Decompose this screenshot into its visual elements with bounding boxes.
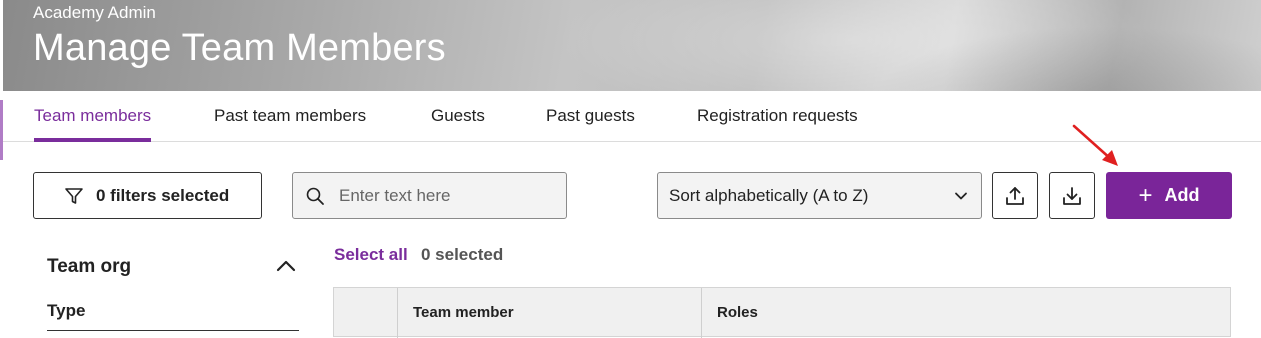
facet-section-title: Team org (47, 256, 132, 277)
column-header-team-member[interactable]: Team member (413, 288, 514, 338)
search-input[interactable] (339, 185, 549, 206)
annotation-arrow-icon (1072, 124, 1118, 166)
table-header: Team member Roles (333, 287, 1231, 338)
chevron-down-icon (955, 192, 967, 200)
column-divider (397, 288, 398, 338)
page-header-banner: Academy Admin Manage Team Members (3, 0, 1261, 91)
tab-registration-requests[interactable]: Registration requests (697, 91, 858, 141)
select-all-link[interactable]: Select all (334, 245, 408, 265)
sort-select-value: Sort alphabetically (A to Z) (669, 185, 869, 205)
facet-type-label: Type (47, 301, 86, 320)
upload-icon (1006, 186, 1024, 205)
page-title: Manage Team Members (33, 27, 446, 69)
search-box (292, 172, 567, 219)
divider (47, 330, 299, 331)
tab-past-guests[interactable]: Past guests (546, 91, 635, 141)
filters-button-label: 0 filters selected (96, 185, 230, 205)
filter-icon (65, 187, 83, 204)
filters-button[interactable]: 0 filters selected (33, 172, 262, 219)
header-subtitle: Academy Admin (33, 3, 156, 22)
chevron-up-icon[interactable] (275, 258, 297, 274)
search-icon (306, 187, 324, 205)
column-divider (701, 288, 702, 338)
column-header-roles[interactable]: Roles (717, 288, 758, 338)
selected-count: 0 selected (421, 245, 504, 264)
add-button-label: Add (1164, 185, 1200, 205)
sort-select[interactable]: Sort alphabetically (A to Z) (657, 172, 982, 219)
download-button[interactable] (1049, 172, 1095, 219)
add-button[interactable]: + Add (1106, 172, 1232, 219)
tab-past-team-members[interactable]: Past team members (214, 91, 366, 141)
plus-icon: + (1138, 181, 1153, 209)
download-icon (1063, 186, 1081, 205)
tab-guests[interactable]: Guests (431, 91, 485, 141)
upload-button[interactable] (992, 172, 1038, 219)
column-header-select[interactable] (334, 288, 397, 338)
tab-team-members[interactable]: Team members (34, 91, 152, 142)
